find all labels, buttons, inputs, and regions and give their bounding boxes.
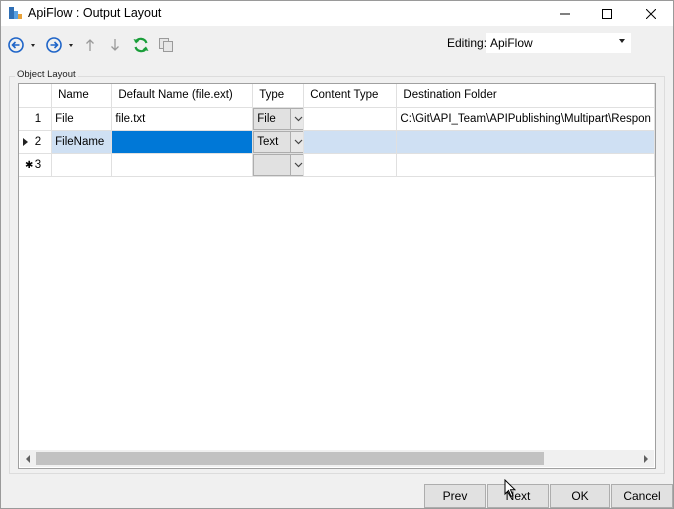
refresh-button[interactable] [131,35,151,55]
editing-dropdown[interactable]: ApiFlow [486,33,631,53]
table-row[interactable]: 1 File file.txt File C:\Git\API_Team\API… [19,107,655,131]
up-icon [86,39,94,51]
type-dropdown-button[interactable] [290,108,303,129]
object-layout-label: Object Layout [15,69,78,80]
column-header-type[interactable]: Type [252,84,305,108]
chevron-down-icon [294,139,303,144]
output-layout-window: ApiFlow : Output Layout Editing: ApiFlow… [0,0,674,509]
copy-button[interactable] [157,36,175,54]
move-up-button[interactable] [83,36,97,54]
type-combo[interactable]: Text [253,130,303,152]
cell-default-name[interactable]: file.txt [111,107,254,131]
chevron-down-icon [619,39,625,43]
chevron-left-icon [26,454,30,463]
horizontal-scrollbar[interactable] [20,450,654,467]
cell-destination-folder[interactable] [396,130,655,154]
table-row[interactable]: 2 FileName Text [19,130,655,154]
current-row-icon [23,137,28,146]
column-header-content-type[interactable]: Content Type [303,84,398,108]
chevron-right-icon [644,454,648,463]
cell-content-type[interactable] [303,153,398,177]
mouse-cursor-icon [504,478,517,501]
type-value: Text [257,135,279,148]
chevron-down-icon [294,116,303,121]
back-icon [8,37,35,53]
editing-value: ApiFlow [490,36,533,50]
refresh-icon [133,37,149,53]
cell-content-type[interactable] [303,107,398,131]
cell-type[interactable]: Text [252,130,305,154]
cell-name[interactable]: File [51,107,113,131]
row-number[interactable]: 2 [19,130,53,154]
row-number[interactable]: ✱ 3 [19,153,53,177]
down-icon [111,39,119,51]
cell-content-type[interactable] [303,130,398,154]
column-header-name[interactable]: Name [51,84,113,108]
table-row[interactable]: ✱ 3 [19,153,655,177]
cell-name[interactable] [51,153,113,177]
cancel-button[interactable]: Cancel [611,484,673,508]
cell-destination-folder[interactable] [396,153,655,177]
cell-name[interactable]: FileName [51,130,113,154]
title-bar: ApiFlow : Output Layout [1,1,673,26]
cell-type[interactable]: File [252,107,305,131]
maximize-button[interactable] [587,1,627,26]
grid-header-row: Name Default Name (file.ext) Type Conten… [19,84,655,108]
object-layout-grid[interactable]: Name Default Name (file.ext) Type Conten… [18,83,656,469]
window-title: ApiFlow : Output Layout [28,6,162,20]
type-combo[interactable] [253,153,303,175]
app-icon [8,5,23,21]
column-header-rownum [19,84,53,108]
move-down-button[interactable] [108,36,122,54]
editing-label: Editing: [447,36,488,50]
minimize-button[interactable] [545,1,585,26]
cell-destination-folder[interactable]: C:\Git\API_Team\APIPublishing\Multipart\… [396,107,655,131]
cell-type[interactable] [252,153,305,177]
row-number-text: 3 [34,158,42,171]
row-number[interactable]: 1 [19,107,53,131]
minimize-icon [560,13,570,14]
chevron-down-icon [294,162,303,167]
scroll-left-button[interactable] [20,450,36,467]
close-icon [646,8,656,19]
cell-default-name[interactable] [111,153,254,177]
prev-button[interactable]: Prev [424,484,486,508]
cell-default-name[interactable] [111,130,254,154]
forward-icon [46,37,73,53]
forward-button[interactable] [45,36,75,54]
type-dropdown-button[interactable] [290,154,303,175]
scroll-right-button[interactable] [638,450,654,467]
row-number-text: 2 [34,135,42,148]
type-dropdown-button[interactable] [290,131,303,152]
close-button[interactable] [631,1,671,26]
column-header-destination-folder[interactable]: Destination Folder [396,84,655,108]
next-button[interactable]: Next [487,484,549,508]
button-bar: Prev Next OK Cancel [1,479,673,509]
type-value: File [257,112,276,125]
column-header-default-name[interactable]: Default Name (file.ext) [111,84,254,108]
toolbar: Editing: ApiFlow [1,26,673,64]
scrollbar-thumb[interactable] [36,452,544,465]
new-row-icon: ✱ [25,159,34,171]
maximize-icon [602,8,612,19]
ok-button[interactable]: OK [550,484,610,508]
copy-icon [159,38,173,52]
type-combo[interactable]: File [253,107,303,129]
back-button[interactable] [7,36,37,54]
